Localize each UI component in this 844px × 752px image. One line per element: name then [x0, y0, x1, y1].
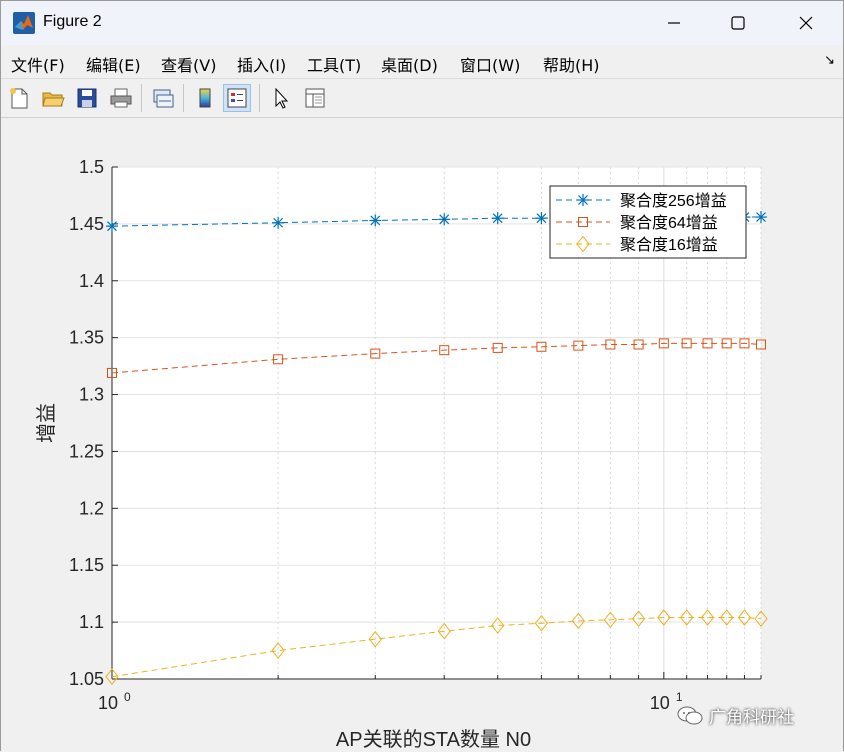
close-icon	[799, 16, 813, 30]
data-point-asterisk[interactable]	[535, 212, 548, 225]
y-tick-label: 1.25	[69, 441, 104, 461]
menu-file[interactable]: 文件(F)	[11, 52, 65, 76]
y-tick-label: 1.5	[79, 157, 104, 177]
x-tick-label: 10	[650, 693, 670, 713]
x-tick-exponent: 0	[124, 690, 131, 704]
data-point-asterisk[interactable]	[106, 220, 118, 233]
maximize-button[interactable]	[705, 1, 771, 45]
print-button[interactable]	[107, 84, 135, 112]
toolbar-separator	[259, 84, 260, 112]
y-tick-label: 1.45	[69, 214, 104, 234]
watermark: 广角科研社	[677, 703, 794, 728]
data-point-asterisk[interactable]	[577, 194, 589, 206]
line-chart[interactable]: 聚合度256增益聚合度64增益聚合度16增益 1.05 1.1 1.15 1.2 1.2…	[1, 119, 843, 752]
property-inspector-button[interactable]	[301, 84, 329, 112]
open-button[interactable]	[39, 84, 67, 112]
menu-desktop[interactable]: 桌面(D)	[381, 52, 438, 76]
minimize-icon	[668, 22, 680, 24]
x-axis-label: AP关联的STA数量 N0	[336, 728, 531, 751]
open-folder-icon	[42, 92, 65, 107]
data-point-asterisk[interactable]	[491, 212, 504, 225]
maximize-icon	[731, 16, 745, 30]
toolbar-separator	[141, 84, 142, 112]
menu-window[interactable]: 窗口(W)	[460, 52, 520, 76]
y-tick-label: 1.3	[79, 385, 104, 405]
legend-icon	[227, 88, 247, 108]
new-figure-icon	[10, 88, 28, 109]
data-point-asterisk[interactable]	[438, 213, 451, 226]
print-icon	[110, 88, 132, 108]
wechat-icon	[677, 706, 703, 724]
x-tick-label: 10	[98, 693, 118, 713]
save-button[interactable]	[73, 84, 101, 112]
new-figure-button[interactable]	[5, 84, 33, 112]
save-icon	[77, 88, 97, 108]
property-inspector-icon	[305, 88, 325, 108]
colorbar-icon	[199, 88, 211, 108]
data-point-asterisk[interactable]	[369, 214, 382, 227]
menu-view[interactable]: 查看(V)	[161, 52, 216, 76]
legend-label: 聚合度16增益	[620, 236, 718, 254]
figure-window: Figure 2 文件(F) 编辑(E) 查看(V) 插入(I) 工具(T) 桌…	[0, 0, 844, 752]
legend-button[interactable]	[223, 84, 251, 112]
y-axis-label: 增益	[35, 403, 58, 443]
pointer-button[interactable]	[267, 84, 295, 112]
close-button[interactable]	[773, 1, 839, 45]
toolbar-separator	[183, 84, 184, 112]
y-tick-label: 1.1	[79, 612, 104, 632]
y-tick-label: 1.15	[69, 555, 104, 575]
data-point-asterisk[interactable]	[272, 216, 285, 229]
y-tick-label: 1.05	[69, 669, 104, 689]
menu-insert[interactable]: 插入(I)	[237, 52, 286, 76]
x-tick-exponent: 1	[676, 690, 683, 704]
menu-tools[interactable]: 工具(T)	[307, 52, 361, 76]
data-point-asterisk[interactable]	[755, 211, 767, 224]
y-tick-label: 1.4	[79, 271, 104, 291]
watermark-text: 广角科研社	[709, 708, 794, 728]
y-tick-label: 1.2	[79, 498, 104, 518]
menu-help[interactable]: 帮助(H)	[543, 52, 600, 76]
matlab-logo-icon	[13, 12, 35, 34]
legend-label: 聚合度256增益	[620, 192, 727, 210]
figure-canvas: 聚合度256增益 聚合度64增益 聚合度16增益 1.05 1.1 1.15 1.2 1.2…	[1, 119, 843, 752]
window-title: Figure 2	[43, 13, 102, 30]
menu-overflow-arrow-icon[interactable]: ↘	[824, 53, 835, 68]
pointer-icon	[275, 87, 289, 109]
minimize-button[interactable]	[641, 1, 707, 45]
colorbar-button[interactable]	[191, 84, 219, 112]
y-tick-label: 1.35	[69, 328, 104, 348]
menu-edit[interactable]: 编辑(E)	[86, 52, 141, 76]
link-plot-icon	[153, 89, 174, 108]
legend-label: 聚合度64增益	[620, 214, 718, 232]
title-bar: Figure 2	[1, 1, 843, 45]
menu-bar: 文件(F) 编辑(E) 查看(V) 插入(I) 工具(T) 桌面(D) 窗口(W…	[1, 45, 843, 79]
toolbar	[1, 80, 843, 118]
link-plot-button[interactable]	[149, 84, 177, 112]
